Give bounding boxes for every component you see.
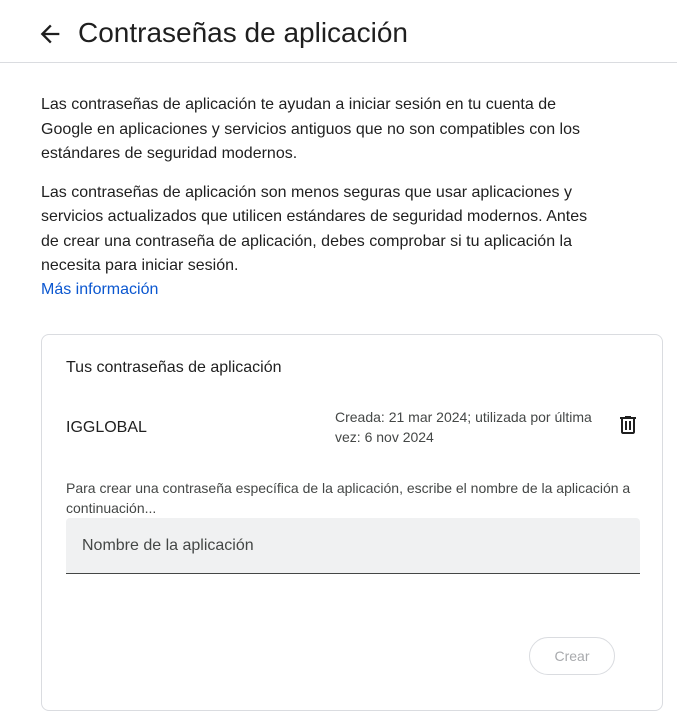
create-instructions: Para crear una contraseña específica de … (66, 480, 631, 516)
trash-icon (620, 416, 636, 434)
arrow-left-icon (40, 24, 60, 44)
intro-section: Las contraseñas de aplicación te ayudan … (41, 93, 596, 293)
create-button[interactable]: Crear (529, 637, 615, 675)
more-info-link[interactable]: Más información (41, 279, 158, 301)
back-button[interactable] (36, 20, 64, 48)
card-title: Tus contraseñas de aplicación (66, 359, 282, 376)
delete-password-button[interactable] (616, 413, 640, 437)
app-name-input[interactable] (66, 518, 640, 573)
intro-paragraph-2: Las contraseñas de aplicación son menos … (41, 183, 588, 275)
page-header: Contraseñas de aplicación (0, 0, 677, 63)
app-name-field (66, 518, 640, 574)
intro-paragraph-1: Las contraseñas de aplicación te ayudan … (41, 96, 580, 162)
password-name: IGGLOBAL (66, 419, 147, 436)
page-title: Contraseñas de aplicación (78, 17, 408, 48)
app-passwords-card: Tus contraseñas de aplicación IGGLOBAL C… (41, 334, 663, 711)
password-meta: Creada: 21 mar 2024; utilizada por últim… (335, 409, 592, 445)
